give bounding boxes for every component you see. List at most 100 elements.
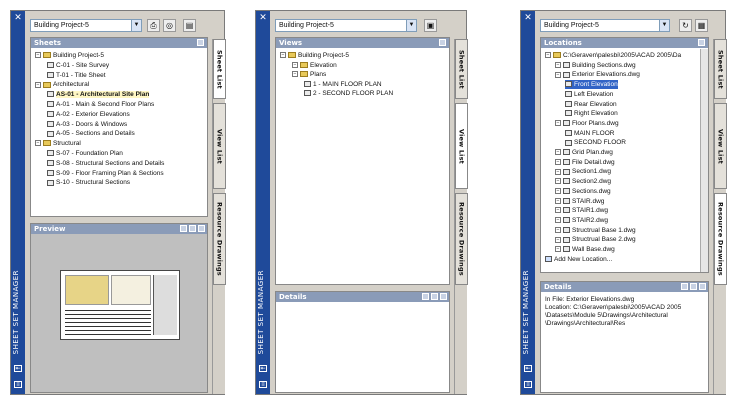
close-icon[interactable]: ✕ <box>523 13 533 23</box>
tree-scrollbar[interactable] <box>700 49 708 272</box>
tree-item[interactable]: AS-01 - Architectural Site Plan <box>47 90 150 99</box>
tree-item[interactable]: S-10 - Structural Sections <box>47 178 130 187</box>
menu-icon[interactable]: ≡ <box>259 381 267 388</box>
tab-view-list[interactable]: View List <box>213 103 226 189</box>
properties-icon[interactable]: ⇤ <box>14 365 22 372</box>
tree-item[interactable]: − Grid Plan.dwg <box>555 148 613 157</box>
sheet-set-dropdown[interactable]: Building Project-5 ▼ <box>540 19 670 32</box>
tree-item[interactable]: MAIN FLOOR <box>565 129 614 138</box>
publish-to-plotter-icon[interactable]: ▤ <box>183 19 196 32</box>
expand-toggle-icon[interactable]: − <box>555 120 561 127</box>
expand-toggle-icon[interactable]: − <box>555 168 561 175</box>
sheet-set-dropdown[interactable]: Building Project-5 ▼ <box>30 19 142 32</box>
collapse-icon[interactable] <box>197 39 204 46</box>
tree-item[interactable]: − STAIR2.dwg <box>555 216 608 225</box>
refresh-icon[interactable]: ↻ <box>679 19 692 32</box>
preview-toggle-icon[interactable] <box>681 283 688 290</box>
expand-toggle-icon[interactable]: − <box>555 197 561 204</box>
tree-item[interactable]: S-08 - Structural Sections and Details <box>47 159 164 168</box>
collapse-icon[interactable] <box>198 225 205 232</box>
expand-toggle-icon[interactable]: − <box>545 52 551 59</box>
close-icon[interactable]: ✕ <box>258 13 268 23</box>
tree-item[interactable]: − Architectural <box>35 80 89 89</box>
tree-item[interactable]: − Structrual Base 2.dwg <box>555 235 636 244</box>
preview-toggle-icon[interactable] <box>422 293 429 300</box>
palette-titlebar[interactable]: ✕ ⇤ ≡ SHEET SET MANAGER <box>521 11 535 394</box>
properties-icon[interactable]: ⇤ <box>524 365 532 372</box>
tab-resource-drawings[interactable]: Resource Drawings <box>455 193 468 285</box>
expand-toggle-icon[interactable]: − <box>555 188 561 195</box>
chevron-down-icon[interactable]: ▼ <box>131 20 141 31</box>
details-toggle-icon[interactable] <box>189 225 196 232</box>
tab-sheet-list[interactable]: Sheet List <box>455 39 468 99</box>
preview-header[interactable]: Preview <box>31 224 207 234</box>
sheet-set-dropdown[interactable]: Building Project-5 ▼ <box>275 19 417 32</box>
expand-toggle-icon[interactable]: − <box>555 149 561 156</box>
tree-item[interactable]: Add New Location... <box>545 255 612 264</box>
tree-item[interactable]: Rear Elevation <box>565 100 617 109</box>
tree-item[interactable]: − C:\Geraven\palesbi\2005\ACAD 2005\Da <box>545 51 681 60</box>
tab-view-list[interactable]: View List <box>455 103 468 189</box>
publish-icon[interactable]: ⎙ <box>147 19 160 32</box>
menu-icon[interactable]: ≡ <box>14 381 22 388</box>
expand-toggle-icon[interactable]: − <box>35 140 41 147</box>
views-header[interactable]: Views <box>276 38 449 48</box>
tab-view-list[interactable]: View List <box>714 103 727 189</box>
collapse-icon[interactable] <box>699 283 706 290</box>
collapse-icon[interactable] <box>439 39 446 46</box>
tab-resource-drawings[interactable]: Resource Drawings <box>714 193 727 285</box>
tree-item[interactable]: A-01 - Main & Second Floor Plans <box>47 100 154 109</box>
tab-sheet-list[interactable]: Sheet List <box>213 39 226 99</box>
tree-item[interactable]: Front Elevation <box>565 80 618 90</box>
details-header[interactable]: Details <box>541 282 708 292</box>
tree-item[interactable]: − Building Project-5 <box>280 51 349 60</box>
menu-icon[interactable]: ≡ <box>524 381 532 388</box>
palette-titlebar[interactable]: ✕ ⇤ ≡ SHEET SET MANAGER <box>256 11 270 394</box>
tree-item[interactable]: S-07 - Foundation Plan <box>47 149 123 158</box>
tree-item[interactable]: − Structural <box>35 139 81 148</box>
expand-toggle-icon[interactable]: − <box>555 178 561 185</box>
tree-item[interactable]: − Building Project-5 <box>35 51 104 60</box>
details-toggle-icon[interactable] <box>431 293 438 300</box>
new-view-category-icon[interactable]: ▣ <box>424 19 437 32</box>
tree-item[interactable]: C-01 - Site Survey <box>47 61 109 70</box>
tree-item[interactable]: − Plans <box>292 70 326 79</box>
tree-item[interactable]: A-02 - Exterior Elevations <box>47 110 130 119</box>
tree-item[interactable]: A-05 - Sections and Details <box>47 129 135 138</box>
expand-toggle-icon[interactable]: − <box>555 236 561 243</box>
tree-item[interactable]: T-01 - Title Sheet <box>47 71 106 80</box>
tree-item[interactable]: A-03 - Doors & Windows <box>47 120 127 129</box>
locations-header[interactable]: Locations <box>541 38 708 48</box>
tree-item[interactable]: − Section1.dwg <box>555 167 611 176</box>
tree-item[interactable]: SECOND FLOOR <box>565 138 626 147</box>
sheet-selections-icon[interactable]: ◎ <box>163 19 176 32</box>
tree-item[interactable]: S-09 - Floor Framing Plan & Sections <box>47 169 164 178</box>
expand-toggle-icon[interactable]: − <box>555 158 561 165</box>
tree-item[interactable]: − Wall Base.dwg <box>555 245 615 254</box>
tree-item[interactable]: − File Detail.dwg <box>555 158 615 167</box>
expand-toggle-icon[interactable]: − <box>555 246 561 253</box>
expand-toggle-icon[interactable]: − <box>555 207 561 214</box>
details-toggle-icon[interactable] <box>690 283 697 290</box>
tree-item[interactable]: 1 - MAIN FLOOR PLAN <box>304 80 382 89</box>
details-header[interactable]: Details <box>276 292 449 302</box>
palette-titlebar[interactable]: ✕ ⇤ ≡ SHEET SET MANAGER <box>11 11 25 394</box>
chevron-down-icon[interactable]: ▼ <box>659 20 669 31</box>
properties-icon[interactable]: ⇤ <box>259 365 267 372</box>
expand-toggle-icon[interactable]: − <box>555 61 561 68</box>
expand-toggle-icon[interactable]: − <box>555 71 561 78</box>
expand-toggle-icon[interactable]: − <box>35 81 41 88</box>
tree-item[interactable]: − Building Sections.dwg <box>555 61 636 70</box>
tree-item[interactable]: − Section2.dwg <box>555 177 611 186</box>
expand-toggle-icon[interactable]: − <box>292 61 298 68</box>
preview-toggle-icon[interactable] <box>180 225 187 232</box>
add-location-icon[interactable]: ▦ <box>695 19 708 32</box>
tree-item[interactable]: Right Elevation <box>565 109 618 118</box>
expand-toggle-icon[interactable]: − <box>555 226 561 233</box>
expand-toggle-icon[interactable]: − <box>280 52 286 59</box>
tree-item[interactable]: − Sections.dwg <box>555 187 611 196</box>
tree-item[interactable]: − Exterior Elevations.dwg <box>555 70 640 79</box>
tab-resource-drawings[interactable]: Resource Drawings <box>213 193 226 285</box>
tree-item[interactable]: Left Elevation <box>565 90 613 99</box>
close-icon[interactable]: ✕ <box>13 13 23 23</box>
